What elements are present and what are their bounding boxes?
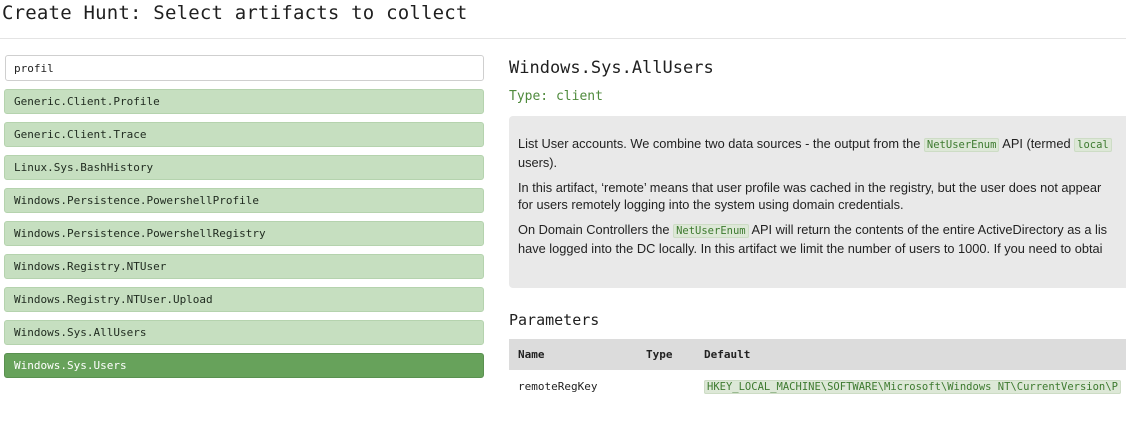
table-row: remoteRegKey HKEY_LOCAL_MACHINE\SOFTWARE… — [509, 370, 1126, 402]
param-default-value: HKEY_LOCAL_MACHINE\SOFTWARE\Microsoft\Wi… — [704, 379, 1121, 394]
artifact-search-input[interactable] — [5, 55, 484, 81]
parameters-heading: Parameters — [509, 311, 600, 329]
artifact-item[interactable]: Windows.Sys.Users — [4, 353, 484, 378]
artifact-detail: Windows.Sys.AllUsers Type: client List U… — [509, 58, 1126, 402]
artifact-description: List User accounts. We combine two data … — [509, 116, 1126, 288]
param-type-cell — [637, 370, 695, 402]
page-title: Create Hunt: Select artifacts to collect — [2, 2, 468, 24]
header-bar: Create Hunt: Select artifacts to collect — [0, 0, 1126, 39]
column-header-type[interactable]: Type — [637, 339, 695, 370]
artifact-item[interactable]: Windows.Registry.NTUser — [4, 254, 484, 279]
artifact-item[interactable]: Linux.Sys.BashHistory — [4, 155, 484, 180]
inline-code: NetUserEnum — [673, 224, 749, 238]
artifact-item[interactable]: Windows.Persistence.PowershellRegistry — [4, 221, 484, 246]
column-header-default[interactable]: Default — [695, 339, 1126, 370]
description-paragraph: On Domain Controllers the NetUserEnum AP… — [518, 221, 1126, 257]
description-paragraph: List User accounts. We combine two data … — [518, 135, 1126, 171]
parameters-header-row: Name Type Default — [509, 339, 1126, 370]
param-default-cell: HKEY_LOCAL_MACHINE\SOFTWARE\Microsoft\Wi… — [695, 370, 1126, 402]
parameters-table: Name Type Default remoteRegKey HKEY_LOCA… — [509, 339, 1126, 402]
artifact-type: Type: client — [509, 89, 603, 104]
description-text: for users remotely logging into the syst… — [518, 197, 904, 212]
description-text: On Domain Controllers the — [518, 222, 674, 237]
inline-code: NetUserEnum — [923, 138, 1000, 152]
description-text: API (termed — [999, 136, 1075, 151]
artifact-item[interactable]: Windows.Registry.NTUser.Upload — [4, 287, 484, 312]
description-text: List User accounts. We combine two data … — [518, 136, 924, 151]
artifact-item[interactable]: Windows.Sys.AllUsers — [4, 320, 484, 345]
description-text: In this artifact, ‘remote’ means that us… — [518, 180, 1102, 195]
description-paragraph: In this artifact, ‘remote’ means that us… — [518, 179, 1126, 213]
artifact-item[interactable]: Windows.Persistence.PowershellProfile — [4, 188, 484, 213]
artifact-item[interactable]: Generic.Client.Trace — [4, 122, 484, 147]
description-text: users). — [518, 155, 558, 170]
description-text: API will return the contents of the enti… — [748, 222, 1108, 237]
artifact-title: Windows.Sys.AllUsers — [509, 58, 714, 78]
artifact-selector: Generic.Client.Profile Generic.Client.Tra… — [4, 55, 484, 386]
artifact-list: Generic.Client.Profile Generic.Client.Tra… — [4, 89, 484, 378]
description-text: have logged into the DC locally. In this… — [518, 241, 1103, 256]
artifact-item[interactable]: Generic.Client.Profile — [4, 89, 484, 114]
column-header-name[interactable]: Name — [509, 339, 637, 370]
param-name-cell: remoteRegKey — [518, 379, 598, 393]
inline-code: local — [1074, 138, 1112, 152]
